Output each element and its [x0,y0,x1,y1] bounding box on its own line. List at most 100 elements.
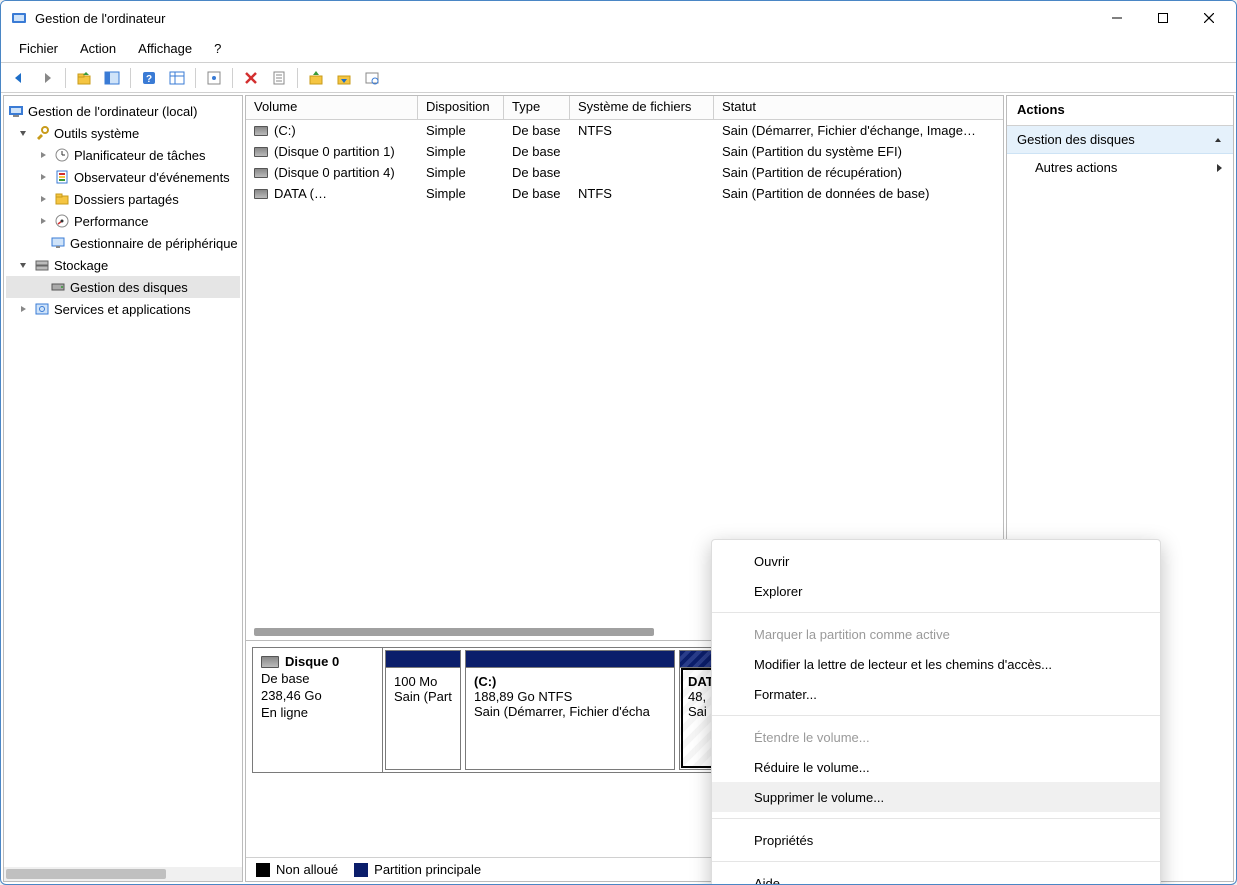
menu-fichier[interactable]: Fichier [9,37,68,60]
partition-block[interactable]: (C:) 188,89 Go NTFS Sain (Démarrer, Fich… [465,650,675,770]
up-button[interactable] [72,66,96,90]
actions-group-header[interactable]: Gestion des disques [1007,126,1233,154]
settings-button[interactable] [202,66,226,90]
scrollbar-thumb[interactable] [6,869,166,879]
cm-mark-active: Marquer la partition comme active [712,619,1160,649]
drive-icon [254,126,268,136]
services-icon [34,301,50,317]
partition-size: 188,89 Go NTFS [474,689,666,704]
help-button[interactable]: ? [137,66,161,90]
disk-icon [50,279,66,295]
tree-scheduler[interactable]: Planificateur de tâches [6,144,240,166]
volume-row[interactable]: (Disque 0 partition 4) Simple De base Sa… [246,162,1003,183]
chevron-right-icon[interactable] [36,170,50,184]
tree-tools[interactable]: Outils système [6,122,240,144]
chevron-right-icon[interactable] [16,302,30,316]
cm-separator [712,861,1160,862]
delete-button[interactable] [239,66,263,90]
perf-icon [54,213,70,229]
tree-devmgr[interactable]: Gestionnaire de périphériques [6,232,240,254]
chevron-down-icon[interactable] [16,258,30,272]
cell-type: De base [504,165,570,180]
menubar: Fichier Action Affichage ? [1,35,1236,63]
cm-shrink[interactable]: Réduire le volume... [712,752,1160,782]
cell-fs: NTFS [570,123,714,138]
cm-format[interactable]: Formater... [712,679,1160,709]
actions-title: Actions [1007,96,1233,126]
cm-properties[interactable]: Propriétés [712,825,1160,855]
computer-icon [8,103,24,119]
header-fs[interactable]: Système de fichiers [570,96,714,119]
action2-button[interactable] [332,66,356,90]
actions-more[interactable]: Autres actions [1007,154,1233,181]
cm-delete-volume[interactable]: Supprimer le volume... [712,782,1160,812]
cell-fs: NTFS [570,186,714,201]
header-type[interactable]: Type [504,96,570,119]
tree-diskmgmt[interactable]: Gestion des disques [6,276,240,298]
volume-row[interactable]: DATA (… Simple De base NTFS Sain (Partit… [246,183,1003,204]
tree-services[interactable]: Services et applications [6,298,240,320]
disk-type: De base [261,671,374,686]
tree-performance-label: Performance [74,214,148,229]
tree-storage-label: Stockage [54,258,108,273]
volume-name: (Disque 0 partition 1) [274,144,395,159]
chevron-right-icon[interactable] [36,148,50,162]
disk-name: Disque 0 [285,654,339,669]
volume-name: DATA (… [274,186,327,201]
tree-shared[interactable]: Dossiers partagés [6,188,240,210]
actions-group-label: Gestion des disques [1017,132,1135,147]
device-icon [50,235,66,251]
svg-text:?: ? [146,74,152,85]
maximize-button[interactable] [1140,2,1186,34]
properties-button[interactable] [267,66,291,90]
cell-disposition: Simple [418,123,504,138]
tree-devmgr-label: Gestionnaire de périphériques [70,236,238,251]
scrollbar-thumb[interactable] [254,628,654,636]
back-button[interactable] [7,66,31,90]
view-button[interactable] [165,66,189,90]
tree-hscrollbar[interactable] [4,867,242,881]
cell-disposition: Simple [418,186,504,201]
volume-name: (C:) [274,123,296,138]
disk-info[interactable]: Disque 0 De base 238,46 Go En ligne [253,648,383,772]
menu-help[interactable]: ? [204,37,231,60]
drive-icon [254,189,268,199]
tree-storage[interactable]: Stockage [6,254,240,276]
partition-body: 100 Mo Sain (Part [386,667,460,769]
header-status[interactable]: Statut [714,96,1003,119]
action3-button[interactable] [360,66,384,90]
nav-tree[interactable]: Gestion de l'ordinateur (local) Outils s… [4,96,242,867]
header-volume[interactable]: Volume [246,96,418,119]
forward-button[interactable] [35,66,59,90]
event-icon [54,169,70,185]
close-button[interactable] [1186,2,1232,34]
chevron-right-icon [1215,163,1223,173]
tree-eventviewer[interactable]: Observateur d'événements [6,166,240,188]
volume-row[interactable]: (Disque 0 partition 1) Simple De base Sa… [246,141,1003,162]
cm-help[interactable]: Aide [712,868,1160,885]
action1-button[interactable] [304,66,328,90]
disk-state: En ligne [261,705,374,720]
chevron-down-icon[interactable] [16,126,30,140]
tools-icon [34,125,50,141]
chevron-right-icon[interactable] [36,192,50,206]
header-disposition[interactable]: Disposition [418,96,504,119]
volume-row[interactable]: (C:) Simple De base NTFS Sain (Démarrer,… [246,120,1003,141]
menu-action[interactable]: Action [70,37,126,60]
chevron-right-icon[interactable] [36,214,50,228]
show-hide-tree-button[interactable] [100,66,124,90]
partition-block[interactable]: 100 Mo Sain (Part [385,650,461,770]
tree-performance[interactable]: Performance [6,210,240,232]
minimize-button[interactable] [1094,2,1140,34]
menu-affichage[interactable]: Affichage [128,37,202,60]
tree-root[interactable]: Gestion de l'ordinateur (local) [6,100,240,122]
tree-shared-label: Dossiers partagés [74,192,179,207]
cell-status: Sain (Démarrer, Fichier d'échange, Image… [714,123,1003,138]
cm-extend: Étendre le volume... [712,722,1160,752]
cm-explore[interactable]: Explorer [712,576,1160,606]
partition-name: (C:) [474,674,666,689]
context-menu: Ouvrir Explorer Marquer la partition com… [711,539,1161,885]
tree-tools-label: Outils système [54,126,139,141]
cm-open[interactable]: Ouvrir [712,546,1160,576]
cm-change-letter[interactable]: Modifier la lettre de lecteur et les che… [712,649,1160,679]
